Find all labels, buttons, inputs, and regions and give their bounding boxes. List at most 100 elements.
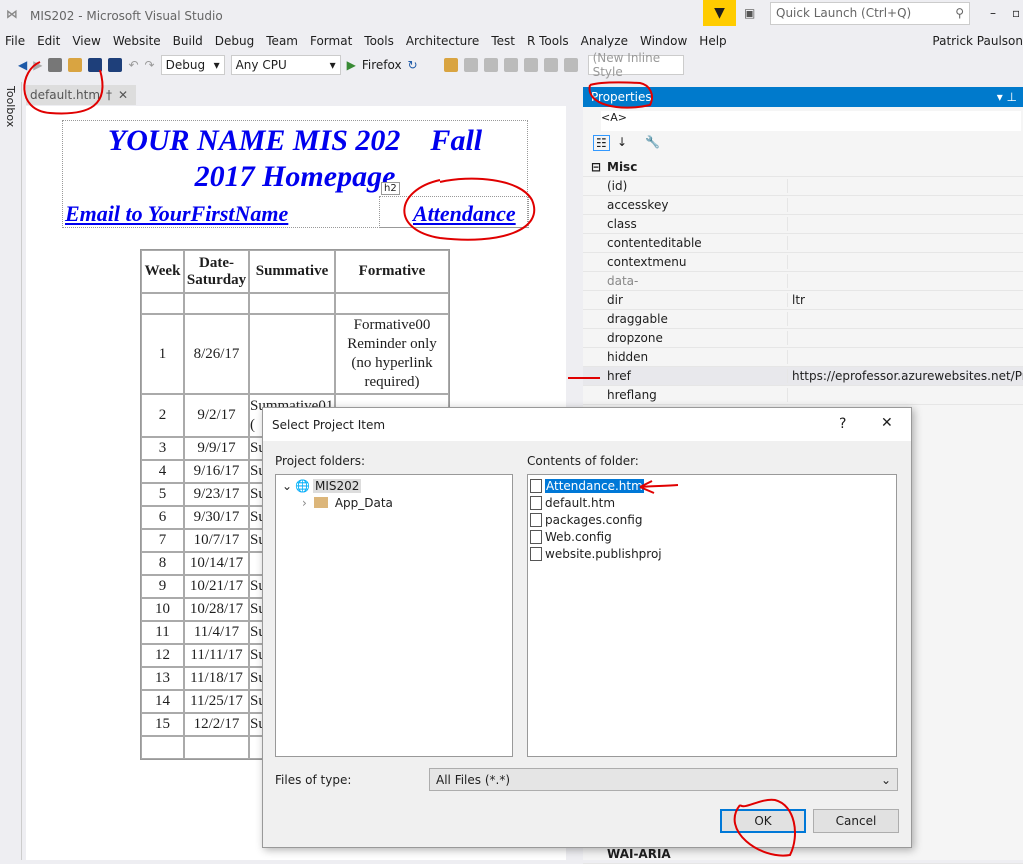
undo-icon[interactable]: ↶ [128,58,138,72]
redo-icon[interactable]: ↷ [145,58,155,72]
menu-help[interactable]: Help [694,34,733,48]
property-value[interactable] [787,179,796,193]
browser-run-button[interactable]: Firefox [362,58,402,72]
cell-week[interactable]: 1 [141,314,184,394]
format-icon[interactable] [463,58,478,72]
property-value[interactable] [787,274,796,288]
categorized-icon[interactable]: ☷ [593,135,610,151]
property-row-dropzone[interactable]: dropzone [583,329,1023,348]
property-value[interactable]: https://eprofessor.azurewebsites.net/Pro… [787,369,1023,383]
menu-format[interactable]: Format [305,34,359,48]
menu-tools[interactable]: Tools [359,34,401,48]
pin-icon[interactable]: ▾ ⊥ [997,90,1017,104]
tree-item-mis202[interactable]: ⌄ 🌐 MIS202 [282,477,506,494]
menu-window[interactable]: Window [635,34,694,48]
menu-analyze[interactable]: Analyze [576,34,635,48]
cell-week[interactable]: 5 [141,483,184,506]
wrench-icon[interactable]: 🔧 [645,135,660,149]
minimize-button[interactable]: – [990,6,996,20]
cell-date[interactable]: 8/26/17 [184,314,249,394]
menu-edit[interactable]: Edit [32,34,67,48]
property-value[interactable] [787,312,796,326]
cell-week[interactable]: 7 [141,529,184,552]
property-row-hidden[interactable]: hidden [583,348,1023,367]
cell-week[interactable]: 10 [141,598,184,621]
files-of-type-select[interactable]: All Files (*.*) ⌄ [429,768,898,791]
project-folders-tree[interactable]: ⌄ 🌐 MIS202 › App_Data [275,474,513,757]
menu-file[interactable]: File [0,34,32,48]
cell-week[interactable]: 3 [141,437,184,460]
cell-summative[interactable] [249,314,335,394]
attendance-link[interactable]: Attendance [413,201,516,227]
cell-week[interactable]: 9 [141,575,184,598]
cell-week[interactable]: 13 [141,667,184,690]
menu-r-tools[interactable]: R Tools [522,34,576,48]
property-row-class[interactable]: class [583,215,1023,234]
cell-formative[interactable]: Formative00 Reminder only (no hyperlink … [335,314,449,394]
new-project-icon[interactable] [48,58,63,72]
page-heading[interactable]: YOUR NAME MIS 202 Fall 2017 Homepage [95,123,495,195]
config-select[interactable]: Debug ▾ [160,55,225,75]
help-button[interactable]: ? [839,416,846,432]
property-row-data[interactable]: data- [583,272,1023,291]
heading-block[interactable]: YOUR NAME MIS 202 Fall 2017 Homepage h2 … [62,120,529,228]
feedback-icon[interactable]: ▣ [744,6,755,20]
cell-week[interactable]: 6 [141,506,184,529]
cell-week[interactable] [141,293,184,314]
property-row-accesskey[interactable]: accesskey [583,196,1023,215]
cell-summative[interactable] [249,293,335,314]
property-row-contextmenu[interactable]: contextmenu [583,253,1023,272]
style-select[interactable]: (New Inline Style [587,51,684,79]
property-value[interactable] [787,255,796,269]
property-value[interactable]: ltr [787,293,805,307]
collapse-chevron-icon[interactable]: › [302,496,307,510]
file-web-config[interactable]: Web.config [530,528,894,545]
close-icon[interactable]: ✕ [118,88,128,102]
pin-icon[interactable]: † [106,88,112,102]
category-misc[interactable]: ⊟ Misc [583,158,1023,177]
tree-item-app-data[interactable]: › App_Data [282,494,506,511]
collapse-icon[interactable]: ⊟ [591,160,601,174]
save-icon[interactable] [88,58,103,72]
close-button[interactable]: ✕ [881,415,893,431]
format-icon[interactable] [483,58,498,72]
run-icon[interactable]: ▶ [347,58,356,72]
property-value[interactable] [787,217,796,231]
platform-select[interactable]: Any CPU ▾ [230,55,341,75]
toolbox-strip[interactable]: Toolbox [0,82,22,860]
file-website-publishproj[interactable]: website.publishproj [530,545,894,562]
open-icon[interactable] [68,58,83,72]
menu-view[interactable]: View [67,34,107,48]
alphabetical-icon[interactable]: ↓ [617,135,627,149]
property-value[interactable] [787,388,796,402]
cell-date[interactable] [184,736,249,759]
file-attendance-htm[interactable]: Attendance.htm [530,477,894,494]
email-link[interactable]: Email to YourFirstName [65,201,288,227]
contents-list[interactable]: Attendance.htm default.htm packages.conf… [527,474,897,757]
cell-date[interactable]: 10/14/17 [184,552,249,575]
cell-week[interactable]: 15 [141,713,184,736]
table-icon[interactable] [543,58,558,72]
find-icon[interactable] [443,58,458,72]
refresh-icon[interactable]: ↻ [408,58,418,72]
property-value[interactable] [787,350,796,364]
menu-architecture[interactable]: Architecture [401,34,486,48]
property-row-draggable[interactable]: draggable [583,310,1023,329]
cell-week[interactable]: 11 [141,621,184,644]
cell-date[interactable]: 12/2/17 [184,713,249,736]
cell-date[interactable]: 11/18/17 [184,667,249,690]
cell-week[interactable]: 12 [141,644,184,667]
property-row-contenteditable[interactable]: contenteditable [583,234,1023,253]
property-row-hreflang[interactable]: hreflang [583,386,1023,405]
save-all-icon[interactable] [108,58,123,72]
property-value[interactable] [787,331,796,345]
cell-date[interactable]: 11/25/17 [184,690,249,713]
forward-icon[interactable]: ▶ [33,58,42,72]
back-icon[interactable]: ◀ [18,58,27,72]
cell-date[interactable]: 9/23/17 [184,483,249,506]
property-value[interactable] [787,198,796,212]
cancel-button[interactable]: Cancel [813,809,899,833]
property-value[interactable] [787,236,796,250]
menu-team[interactable]: Team [261,34,305,48]
menu-build[interactable]: Build [168,34,210,48]
